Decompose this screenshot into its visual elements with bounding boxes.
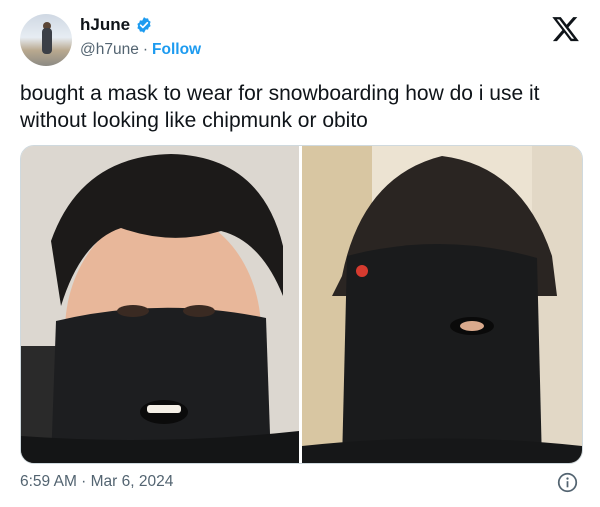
handle-row: @h7une · Follow (80, 41, 201, 59)
x-logo-icon[interactable] (552, 17, 579, 42)
handle[interactable]: @h7une (80, 41, 139, 59)
photo-mask-front-image (21, 146, 299, 463)
handle-separator: · (142, 41, 149, 58)
avatar[interactable] (20, 14, 72, 66)
author-name-row: hJune (80, 15, 153, 35)
display-name[interactable]: hJune (80, 15, 130, 35)
follow-button[interactable]: Follow (152, 41, 201, 59)
photo-mask-front[interactable] (21, 146, 299, 463)
tweet-text: bought a mask to wear for snowboarding h… (20, 82, 540, 132)
info-icon[interactable] (557, 472, 578, 493)
timestamp[interactable]: 6:59 AM · Mar 6, 2024 (20, 473, 173, 491)
verified-badge-icon (137, 17, 151, 33)
tweet-media[interactable] (20, 145, 583, 464)
photo-mask-full[interactable] (302, 146, 582, 463)
tweet-card: hJune @h7une · Follow bought a mask to w… (0, 0, 600, 507)
photo-mask-full-image (302, 146, 582, 463)
avatar-figure-body (42, 28, 52, 54)
